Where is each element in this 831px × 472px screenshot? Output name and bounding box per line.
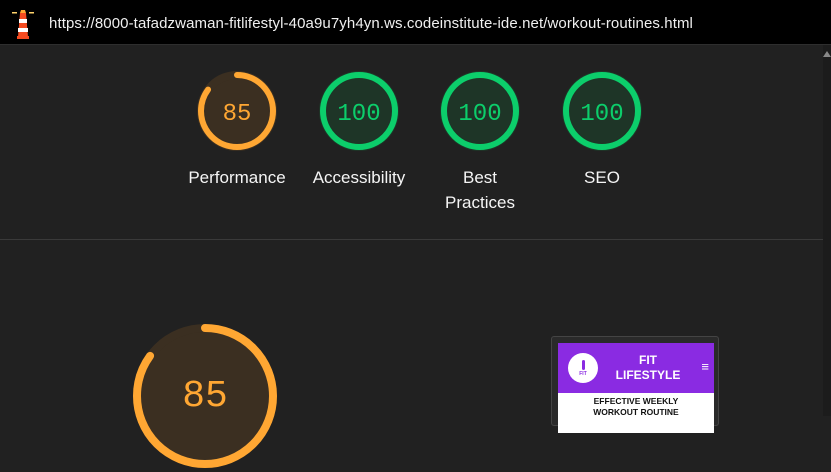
scrollbar[interactable] (823, 45, 831, 416)
score-value: 100 (580, 101, 623, 128)
score-ring: 100 (562, 71, 642, 151)
fit-lifestyle-logo: FIT (568, 353, 598, 383)
score-ring: 100 (440, 71, 520, 151)
score-value: 85 (223, 101, 252, 128)
lighthouse-icon (12, 10, 34, 39)
gauge-best-practices[interactable]: 100 Best Practices (420, 69, 540, 215)
browser-url-bar: https://8000-tafadzwaman-fitlifestyl-40a… (0, 0, 831, 45)
thumbnail-heading: EFFECTIVE WEEKLY WORKOUT ROUTINE (558, 393, 714, 433)
score-label: SEO (584, 168, 620, 187)
page-url[interactable]: https://8000-tafadzwaman-fitlifestyl-40a… (49, 15, 693, 32)
thumbnail-header: FIT FIT LIFESTYLE ≡ (558, 343, 714, 393)
page-screenshot-thumbnail[interactable]: FIT FIT LIFESTYLE ≡ EFFECTIVE WEEKLY WOR… (551, 336, 719, 433)
score-label: Performance (188, 168, 286, 187)
score-label: Best Practices (445, 168, 515, 212)
score-value: 100 (337, 101, 380, 128)
thumbnail-brand: FIT LIFESTYLE (615, 353, 681, 382)
score-value: 100 (458, 101, 501, 128)
scroll-up-arrow[interactable] (823, 51, 831, 57)
performance-detail-gauge: 85 (133, 324, 277, 468)
gauge-performance[interactable]: 85 Performance (177, 69, 297, 190)
section-divider (0, 239, 823, 240)
detail-score-value: 85 (182, 375, 228, 418)
score-ring: 100 (319, 71, 399, 151)
gauge-seo[interactable]: 100 SEO (542, 69, 662, 190)
hamburger-menu-icon: ≡ (701, 359, 709, 374)
score-label: Accessibility (312, 168, 406, 187)
score-ring: 85 (197, 71, 277, 151)
gauge-accessibility[interactable]: 100 Accessibility (299, 69, 419, 190)
